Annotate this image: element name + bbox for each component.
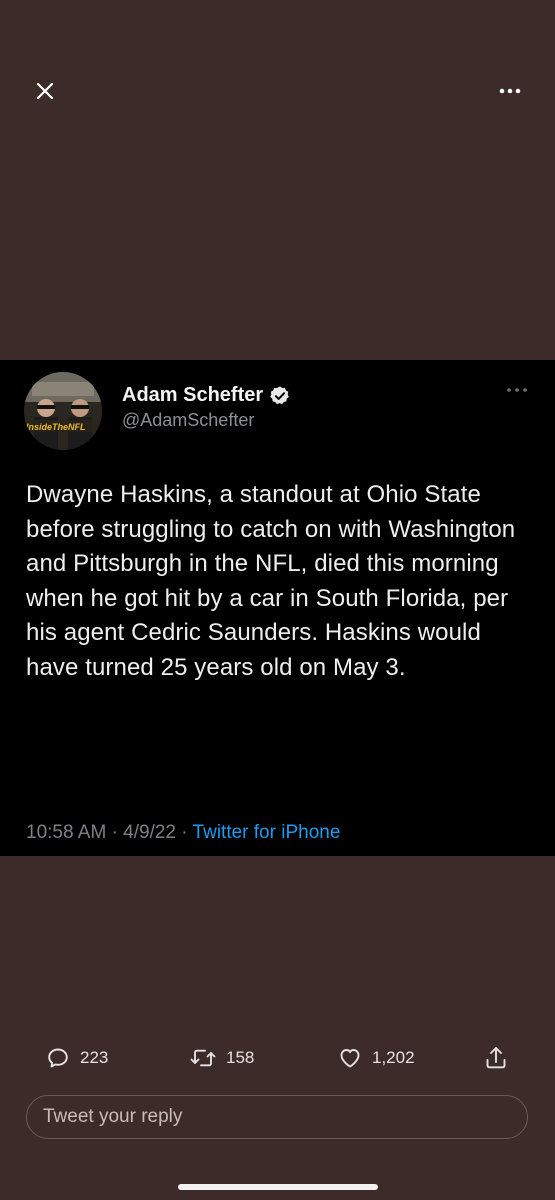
tweet-text: Dwayne Haskins, a standout at Ohio State…: [26, 481, 516, 681]
tweet-time: 10:58 AM: [26, 822, 107, 843]
author-name-text: Adam Schefter: [122, 384, 264, 406]
top-bar: [0, 0, 555, 180]
more-horizontal-icon: [499, 88, 521, 94]
avatar-image: InsideTheNFL: [24, 372, 102, 450]
reply-count: 223: [80, 1048, 109, 1067]
more-options-button[interactable]: [493, 74, 527, 108]
avatar[interactable]: InsideTheNFL: [24, 372, 102, 450]
tweet-date: 4/9/22: [123, 822, 176, 843]
tweet-screenshot-card: InsideTheNFL Adam Schefter @AdamSchefter…: [0, 360, 555, 856]
tweet-metadata: 10:58 AM · 4/9/22 · Twitter for iPhone: [26, 822, 340, 844]
retweet-icon: [190, 1049, 216, 1067]
retweet-button[interactable]: 158: [190, 1040, 254, 1076]
close-icon: [36, 82, 54, 100]
share-icon: [486, 1047, 506, 1069]
meta-separator: ·: [106, 822, 124, 843]
meta-separator: ·: [176, 822, 193, 843]
avatar-logo-text: InsideTheNFL: [26, 422, 86, 432]
tweet-media-viewer: InsideTheNFL Adam Schefter @AdamSchefter…: [0, 0, 555, 1200]
share-button[interactable]: [484, 1040, 518, 1076]
tweet-source-link[interactable]: Twitter for iPhone: [193, 822, 341, 843]
reply-input[interactable]: Tweet your reply: [26, 1095, 528, 1139]
tweet-more-icon[interactable]: [505, 382, 529, 398]
verified-badge-icon: [270, 385, 290, 404]
reply-icon: [48, 1048, 68, 1068]
author-name[interactable]: Adam Schefter: [122, 384, 291, 407]
like-count: 1,202: [372, 1048, 415, 1067]
home-indicator[interactable]: [178, 1184, 378, 1190]
reply-button[interactable]: 223: [46, 1040, 108, 1076]
retweet-count: 158: [226, 1048, 255, 1067]
reply-placeholder: Tweet your reply: [43, 1106, 183, 1127]
heart-icon: [340, 1049, 360, 1068]
author-handle[interactable]: @AdamSchefter: [122, 410, 254, 431]
like-button[interactable]: 1,202: [338, 1040, 415, 1076]
close-button[interactable]: [28, 74, 62, 108]
action-bar: 223 158 1,202: [0, 1040, 555, 1076]
